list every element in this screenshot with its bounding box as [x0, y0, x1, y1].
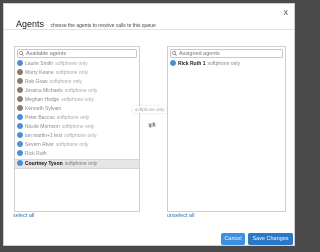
available-search-input[interactable] — [26, 50, 126, 57]
assigned-search-input[interactable] — [179, 50, 279, 57]
avatar-icon — [17, 60, 23, 67]
agent-list-item[interactable]: Rick Ruth 1 softphone only — [168, 60, 285, 69]
dragging-ghost: softphone only — [133, 106, 167, 113]
agent-list-item[interactable]: Nicole Morrison softphone only — [15, 123, 139, 132]
agent-name: Courtney Tyson — [25, 161, 63, 167]
agent-list-item[interactable]: Marry Keane softphone only — [15, 69, 139, 78]
agent-list-item[interactable]: Courtney Tyson softphone only — [15, 159, 139, 169]
agent-list-item[interactable]: ian martin+1 test softphone only — [15, 132, 139, 141]
agent-device-note: softphone only — [55, 70, 89, 76]
agent-list-item[interactable]: Kenneth Sylvain — [15, 105, 139, 114]
agent-device-note: softphone only — [207, 61, 241, 67]
agent-device-note: softphone only — [49, 79, 83, 85]
agent-name: Peter Baccus — [25, 115, 55, 121]
agent-name: Rob Graw — [25, 79, 48, 85]
agent-name: Rick Ruth — [25, 151, 47, 157]
search-icon — [19, 51, 24, 56]
agent-device-note: softphone only — [64, 133, 97, 139]
agent-device-note: softphone only — [56, 115, 90, 121]
agent-device-note: softphone only — [55, 142, 89, 148]
assigned-search-box[interactable] — [170, 49, 283, 58]
agents-dialog: x Agents choose the agents to receive ca… — [3, 3, 295, 246]
agent-name: Nicole Morrison — [25, 124, 60, 130]
save-changes-button[interactable]: Save Changes — [248, 233, 293, 245]
unselect-all-link[interactable]: unselect all — [167, 213, 195, 219]
agent-name: Severn River — [25, 142, 54, 148]
agent-list-item[interactable]: Rob Graw softphone only — [15, 78, 139, 87]
agent-list-item[interactable]: Rick Ruth — [15, 150, 139, 159]
avatar-icon — [170, 60, 176, 67]
avatar-icon — [17, 114, 23, 121]
agent-list-item[interactable]: Laurie Smith softphone only — [15, 60, 139, 69]
cancel-button[interactable]: Cancel — [221, 233, 245, 245]
select-all-link[interactable]: select all — [13, 213, 34, 219]
agent-list-item[interactable]: Meghan Hodge softphone only — [15, 96, 139, 105]
available-agents-panel: Laurie Smithsoftphone onlyMarry Keanesof… — [14, 46, 140, 212]
avatar-icon — [17, 132, 23, 139]
avatar-photo — [17, 78, 23, 85]
assigned-agents-panel: Rick Ruth 1softphone only — [167, 46, 286, 212]
close-icon[interactable]: x — [284, 7, 289, 17]
avatar-photo — [17, 96, 23, 103]
agent-name: ian martin+1 test — [25, 133, 63, 139]
agent-name: Meghan Hodge — [25, 97, 60, 103]
agent-list-item[interactable]: Jessica Michaels softphone only — [15, 87, 139, 96]
available-search-box[interactable] — [17, 49, 137, 58]
agent-name: Kenneth Sylvain — [25, 106, 62, 112]
swap-arrows-icon[interactable] — [147, 122, 157, 128]
agent-device-note: softphone only — [61, 124, 95, 130]
agent-name: Marry Keane — [25, 70, 54, 76]
agent-name: Jessica Michaels — [25, 88, 63, 94]
search-icon — [172, 51, 177, 56]
avatar-photo — [17, 105, 23, 112]
agent-device-note: softphone only — [61, 97, 94, 103]
avatar-icon — [17, 160, 23, 167]
agent-device-note: softphone only — [55, 61, 88, 67]
avatar-icon — [17, 141, 23, 148]
avatar-icon — [17, 150, 23, 157]
avatar-photo — [17, 87, 23, 94]
avatar-icon — [17, 123, 23, 130]
avatar-photo — [17, 69, 23, 76]
dialog-title-text: Agents — [16, 19, 45, 29]
agent-list-item[interactable]: Severn River softphone only — [15, 141, 139, 150]
agent-list-item[interactable]: Peter Baccus softphone only — [15, 114, 139, 123]
agent-name: Laurie Smith — [25, 61, 54, 67]
agent-device-note: softphone only — [64, 88, 98, 94]
available-agents-list: Laurie Smith softphone only Marry Keane sof… — [15, 60, 139, 169]
assigned-agents-list: Rick Ruth 1 softphone only — [168, 60, 285, 69]
header-divider — [4, 29, 294, 30]
agent-name: Rick Ruth 1 — [178, 61, 206, 67]
agent-device-note: softphone only — [64, 161, 98, 167]
